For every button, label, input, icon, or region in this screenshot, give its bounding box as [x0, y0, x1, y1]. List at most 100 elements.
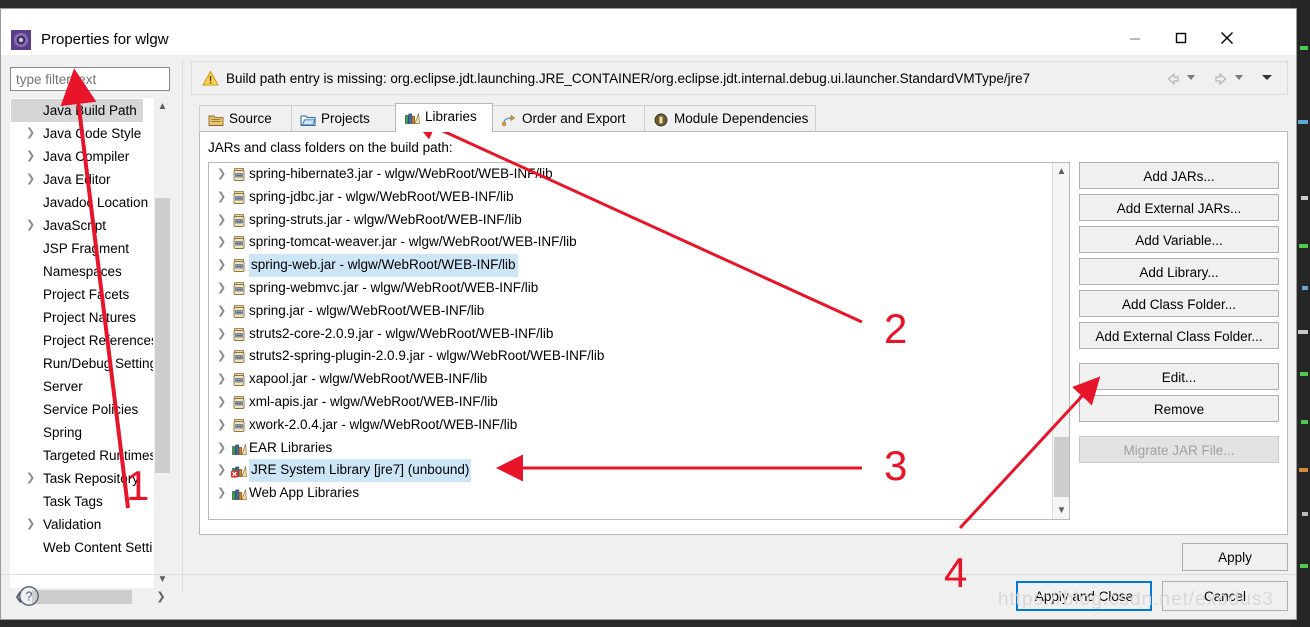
back-dropdown-chevron-down-icon[interactable] [1185, 71, 1201, 87]
scroll-down-icon[interactable]: ▼ [1053, 502, 1069, 519]
library-row-label: struts2-core-2.0.9.jar - wlgw/WebRoot/WE… [249, 325, 554, 341]
sidebar-item-jsp-fragment[interactable]: JSP Fragment [11, 237, 169, 260]
sidebar-item-run-debug-settings[interactable]: Run/Debug Settings [11, 352, 169, 375]
tree-vertical-scrollbar[interactable]: ▲ ▼ [153, 98, 170, 588]
tab-source[interactable]: Source [199, 105, 292, 132]
settings-tree[interactable]: Java Build Path ❯ Java Code Style ❯ Java Com… [10, 98, 170, 588]
tab-libraries[interactable]: Libraries [395, 103, 493, 132]
library-row[interactable]: ❯ spring-tomcat-weaver.jar - wlgw/WebRoot… [209, 231, 1069, 254]
library-row[interactable]: ❯ struts2-core-2.0.9.jar - wlgw/WebRoot/W… [209, 323, 1069, 346]
library-row[interactable]: ❯ Web App Libraries [209, 482, 1069, 505]
expand-chevron-right-icon[interactable]: ❯ [217, 231, 229, 254]
scrollbar-thumb[interactable] [155, 198, 170, 473]
sidebar-item-task-repository[interactable]: ❯ Task Repository [11, 467, 169, 490]
library-row[interactable]: ❯ spring-web.jar - wlgw/WebRoot/WEB-INF/l… [209, 254, 1069, 277]
scroll-up-icon[interactable]: ▲ [1053, 163, 1069, 180]
libraries-list-rows: ❯ spring-hibernate3.jar - wlgw/WebRoot/WE… [209, 163, 1069, 505]
sidebar-item-java-build-path[interactable]: Java Build Path [11, 99, 143, 122]
sidebar-item-java-editor[interactable]: ❯ Java Editor [11, 168, 169, 191]
library-row-label: spring-webmvc.jar - wlgw/WebRoot/WEB-INF… [249, 279, 539, 295]
sidebar-item-javascript[interactable]: ❯ JavaScript [11, 214, 169, 237]
library-row[interactable]: ❯ spring-struts.jar - wlgw/WebRoot/WEB-IN… [209, 209, 1069, 232]
tab-order-and-export[interactable]: Order and Export [492, 105, 645, 132]
libraries-list[interactable]: ❯ spring-hibernate3.jar - wlgw/WebRoot/WE… [208, 162, 1070, 520]
expand-chevron-right-icon[interactable]: ❯ [26, 168, 38, 191]
library-row[interactable]: ❯ xml-apis.jar - wlgw/WebRoot/WEB-INF/lib [209, 391, 1069, 414]
scroll-up-icon[interactable]: ▲ [154, 98, 171, 115]
apply-button[interactable]: Apply [1182, 543, 1288, 571]
sidebar-item-project-natures[interactable]: Project Natures [11, 306, 169, 329]
expand-chevron-right-icon[interactable]: ❯ [217, 186, 229, 209]
bg-code-token [1301, 420, 1308, 424]
sidebar-item-service-policies[interactable]: Service Policies [11, 398, 169, 421]
expand-chevron-right-icon[interactable]: ❯ [217, 437, 229, 460]
expand-chevron-right-icon[interactable]: ❯ [217, 300, 229, 323]
sidebar-item-label: Java Build Path [43, 103, 137, 118]
help-question-icon[interactable]: ? [18, 585, 40, 607]
sidebar-item-targeted-runtimes[interactable]: Targeted Runtimes [11, 444, 169, 467]
expand-chevron-right-icon[interactable]: ❯ [26, 122, 38, 145]
maximize-button[interactable] [1158, 21, 1204, 55]
tab-module-dependencies[interactable]: Module Dependencies [644, 105, 816, 132]
overflow-chevron-down-icon[interactable] [1261, 71, 1277, 87]
library-row[interactable]: ❯ spring.jar - wlgw/WebRoot/WEB-INF/lib [209, 300, 1069, 323]
expand-chevron-right-icon[interactable]: ❯ [217, 254, 229, 277]
add-external-jars-button[interactable]: Add External JARs... [1079, 194, 1279, 221]
add-variable-button[interactable]: Add Variable... [1079, 226, 1279, 253]
sidebar-item-web-content-settings[interactable]: Web Content Settings [11, 536, 169, 559]
library-row[interactable]: ❯ JRE System Library [jre7] (unbound) [209, 459, 1069, 483]
library-row[interactable]: ❯ spring-webmvc.jar - wlgw/WebRoot/WEB-IN… [209, 277, 1069, 300]
jar-icon [231, 235, 247, 251]
expand-chevron-right-icon[interactable]: ❯ [217, 163, 229, 186]
edit-button[interactable]: Edit... [1079, 363, 1279, 390]
filter-input[interactable] [10, 67, 170, 91]
add-jars-button[interactable]: Add JARs... [1079, 162, 1279, 189]
scrollbar-thumb[interactable] [1054, 437, 1069, 497]
expand-chevron-right-icon[interactable]: ❯ [217, 323, 229, 346]
sidebar-item-task-tags[interactable]: Task Tags [11, 490, 169, 513]
sidebar-item-spring[interactable]: Spring [11, 421, 169, 444]
expand-chevron-right-icon[interactable]: ❯ [26, 467, 38, 490]
library-row[interactable]: ❯ spring-hibernate3.jar - wlgw/WebRoot/WE… [209, 163, 1069, 186]
dialog-content: Java Build Path ❯ Java Code Style ❯ Java Com… [1, 55, 1296, 619]
expand-chevron-right-icon[interactable]: ❯ [217, 391, 229, 414]
list-vertical-scrollbar[interactable]: ▲ ▼ [1052, 163, 1069, 519]
cancel-button[interactable]: Cancel [1162, 581, 1288, 611]
library-row[interactable]: ❯ spring-jdbc.jar - wlgw/WebRoot/WEB-INF/… [209, 186, 1069, 209]
expand-chevron-right-icon[interactable]: ❯ [217, 459, 229, 482]
sidebar-item-java-code-style[interactable]: ❯ Java Code Style [11, 122, 169, 145]
expand-chevron-right-icon[interactable]: ❯ [26, 214, 38, 237]
jar-icon [231, 258, 247, 274]
library-row[interactable]: ❯ struts2-spring-plugin-2.0.9.jar - wlgw/… [209, 345, 1069, 368]
sidebar-item-java-compiler[interactable]: ❯ Java Compiler [11, 145, 169, 168]
sidebar-item-javadoc-location[interactable]: Javadoc Location [11, 191, 169, 214]
apply-and-close-button[interactable]: Apply and Close [1016, 581, 1152, 611]
sidebar-item-label: Service Policies [43, 402, 139, 417]
expand-chevron-right-icon[interactable]: ❯ [217, 277, 229, 300]
remove-button[interactable]: Remove [1079, 395, 1279, 422]
library-row[interactable]: ❯ xwork-2.0.4.jar - wlgw/WebRoot/WEB-INF/… [209, 414, 1069, 437]
library-row[interactable]: ❯ xapool.jar - wlgw/WebRoot/WEB-INF/lib [209, 368, 1069, 391]
sidebar-item-project-references[interactable]: Project References [11, 329, 169, 352]
close-button[interactable] [1204, 21, 1250, 55]
sidebar-item-validation[interactable]: ❯ Validation [11, 513, 169, 536]
expand-chevron-right-icon[interactable]: ❯ [217, 368, 229, 391]
sidebar-item-namespaces[interactable]: Namespaces [11, 260, 169, 283]
expand-chevron-right-icon[interactable]: ❯ [217, 209, 229, 232]
library-row[interactable]: ❯ EAR Libraries [209, 437, 1069, 460]
forward-dropdown-chevron-down-icon[interactable] [1233, 71, 1249, 87]
add-class-folder-button[interactable]: Add Class Folder... [1079, 290, 1279, 317]
expand-chevron-right-icon[interactable]: ❯ [217, 482, 229, 505]
expand-chevron-right-icon[interactable]: ❯ [26, 513, 38, 536]
minimize-button[interactable] [1112, 21, 1158, 55]
back-arrow-icon[interactable] [1165, 71, 1181, 87]
sidebar-item-server[interactable]: Server [11, 375, 169, 398]
expand-chevron-right-icon[interactable]: ❯ [217, 345, 229, 368]
add-external-class-folder-button[interactable]: Add External Class Folder... [1079, 322, 1279, 349]
forward-arrow-icon[interactable] [1213, 71, 1229, 87]
sidebar-item-project-facets[interactable]: Project Facets [11, 283, 169, 306]
expand-chevron-right-icon[interactable]: ❯ [217, 414, 229, 437]
add-library-button[interactable]: Add Library... [1079, 258, 1279, 285]
expand-chevron-right-icon[interactable]: ❯ [26, 145, 38, 168]
tab-projects[interactable]: Projects [291, 105, 396, 132]
